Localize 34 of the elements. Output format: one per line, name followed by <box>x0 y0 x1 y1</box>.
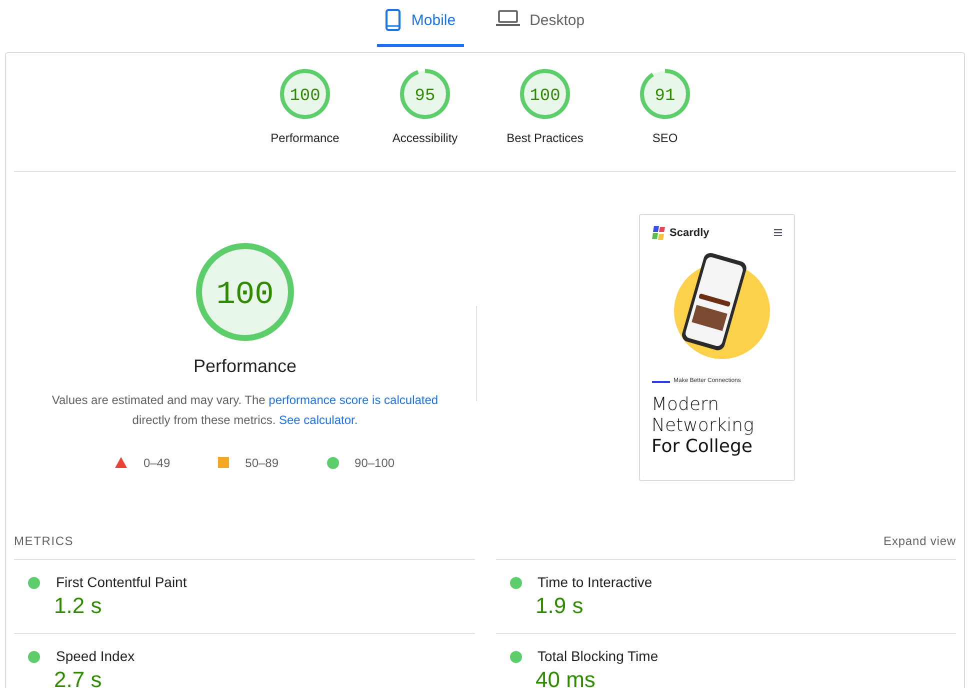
metric-name: Total Blocking Time <box>538 647 658 666</box>
performance-title: Performance <box>193 354 297 378</box>
metric-name: First Contentful Paint <box>56 573 187 592</box>
tab[interactable]: Mobile <box>377 0 464 47</box>
hero-heading: Modern Networking For College <box>652 394 755 457</box>
category-label: Performance <box>270 130 340 147</box>
section-title: METRICS <box>14 532 74 550</box>
metric-name: Time to Interactive <box>538 573 652 592</box>
score-gauge: 100 <box>280 69 330 119</box>
tab[interactable]: Desktop <box>488 0 593 47</box>
expand-view-button[interactable]: Expand view <box>884 532 956 550</box>
category-label: Best Practices <box>506 130 584 147</box>
category-label: SEO <box>652 130 678 147</box>
brand-name: Scardly <box>670 226 710 240</box>
legend-range: 90–100 <box>354 454 395 472</box>
category-label: Accessibility <box>392 130 458 147</box>
legend-range: 50–89 <box>245 454 279 472</box>
menu-icon <box>774 229 782 236</box>
legend-range: 0–49 <box>143 454 170 472</box>
logo-icon <box>652 226 666 240</box>
metric-value: 40 ms <box>536 667 596 688</box>
score-gauge: 100 <box>520 69 570 119</box>
score-description: Values are estimated and may vary. The performance score is calculated directly from these metrics. See calculator. <box>50 392 440 428</box>
score-gauge: 91 <box>640 69 690 119</box>
link[interactable]: See calculator. <box>278 412 358 426</box>
metric-value: 1.9 s <box>536 593 584 619</box>
link[interactable]: performance score is calculated <box>268 392 438 406</box>
score-gauge: 95 <box>400 69 450 119</box>
metric-value: 1.2 s <box>54 593 103 619</box>
metric-name: Speed Index <box>56 647 135 666</box>
metric-value: 2.7 s <box>54 667 103 688</box>
score-gauge: 100 <box>196 242 294 340</box>
phone-icon <box>385 9 402 31</box>
laptop-icon <box>496 9 520 27</box>
